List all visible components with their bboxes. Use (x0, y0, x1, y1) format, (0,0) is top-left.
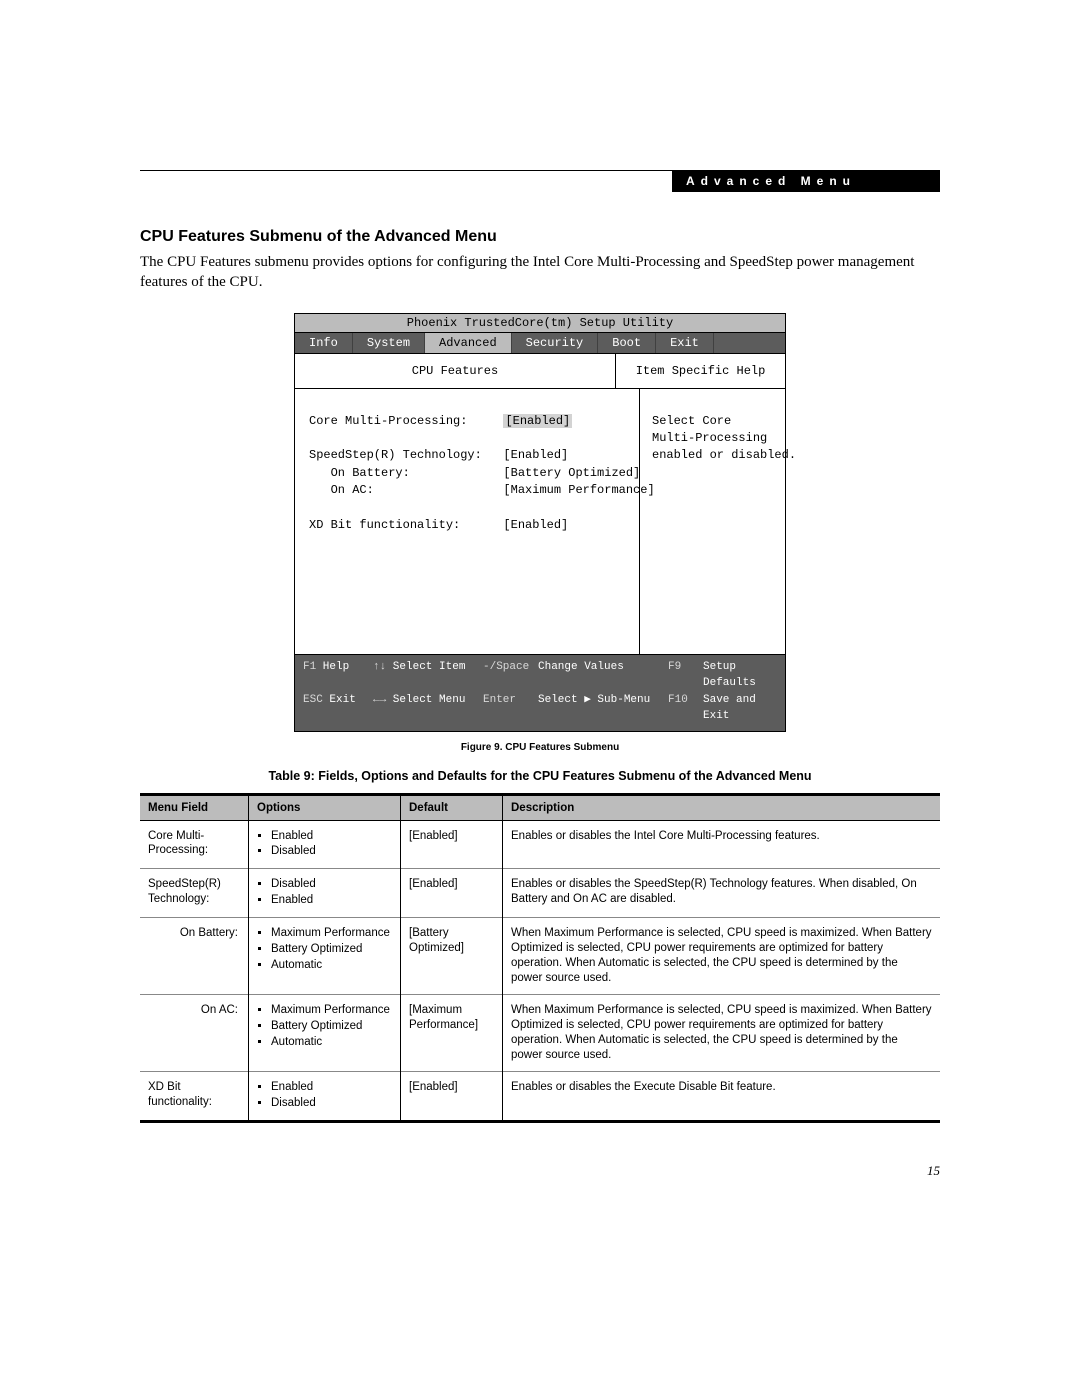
default-cell: [Maximum Performance] (401, 995, 503, 1072)
bios-selected-value[interactable]: [Enabled] (503, 414, 572, 428)
bios-tab-advanced[interactable]: Advanced (425, 333, 512, 353)
section-title: CPU Features Submenu of the Advanced Men… (140, 228, 940, 246)
features-table: Menu FieldOptionsDefaultDescription Core… (140, 793, 940, 1123)
default-cell: [Enabled] (401, 1071, 503, 1121)
bios-tab-bar: InfoSystemAdvancedSecurityBootExit (295, 333, 785, 354)
figure-caption: Figure 9. CPU Features Submenu (140, 742, 940, 753)
default-cell: [Enabled] (401, 869, 503, 918)
options-cell: Maximum PerformanceBattery OptimizedAuto… (249, 918, 401, 995)
bios-utility-title: Phoenix TrustedCore(tm) Setup Utility (295, 314, 785, 333)
options-cell: Maximum PerformanceBattery OptimizedAuto… (249, 995, 401, 1072)
table-row: On AC:Maximum PerformanceBattery Optimiz… (140, 995, 940, 1072)
options-cell: EnabledDisabled (249, 820, 401, 869)
page-number: 15 (140, 1163, 940, 1179)
menu-field-cell: SpeedStep(R) Technology: (140, 869, 249, 918)
options-cell: DisabledEnabled (249, 869, 401, 918)
description-cell: When Maximum Performance is selected, CP… (503, 918, 941, 995)
table-row: On Battery:Maximum PerformanceBattery Op… (140, 918, 940, 995)
bios-tab-system[interactable]: System (353, 333, 425, 353)
table-title: Table 9: Fields, Options and Defaults fo… (140, 769, 940, 783)
header-menu-label: Advanced Menu (672, 171, 940, 192)
bios-tab-boot[interactable]: Boot (598, 333, 656, 353)
description-cell: When Maximum Performance is selected, CP… (503, 995, 941, 1072)
table-row: XD Bit functionality:EnabledDisabled[Ena… (140, 1071, 940, 1121)
table-header: Description (503, 794, 941, 820)
menu-field-cell: On AC: (140, 995, 249, 1072)
default-cell: [Enabled] (401, 820, 503, 869)
default-cell: [Battery Optimized] (401, 918, 503, 995)
bios-help-text: Select Core Multi-Processing enabled or … (640, 389, 806, 654)
bios-left-title: CPU Features (295, 354, 616, 388)
bios-footer-keys: F1 Help↑↓ Select Item-/SpaceChange Value… (295, 655, 785, 731)
table-header: Options (249, 794, 401, 820)
table-row: SpeedStep(R) Technology:DisabledEnabled[… (140, 869, 940, 918)
menu-field-cell: XD Bit functionality: (140, 1071, 249, 1121)
table-header: Default (401, 794, 503, 820)
table-header: Menu Field (140, 794, 249, 820)
bios-screenshot: Phoenix TrustedCore(tm) Setup Utility In… (294, 313, 786, 732)
intro-paragraph: The CPU Features submenu provides option… (140, 252, 940, 293)
description-cell: Enables or disables the Intel Core Multi… (503, 820, 941, 869)
menu-field-cell: Core Multi-Processing: (140, 820, 249, 869)
bios-tab-exit[interactable]: Exit (656, 333, 714, 353)
bios-tab-security[interactable]: Security (512, 333, 599, 353)
bios-right-title: Item Specific Help (616, 354, 785, 388)
description-cell: Enables or disables the Execute Disable … (503, 1071, 941, 1121)
menu-field-cell: On Battery: (140, 918, 249, 995)
bios-fields: Core Multi-Processing: [Enabled] SpeedSt… (295, 389, 640, 654)
options-cell: EnabledDisabled (249, 1071, 401, 1121)
table-row: Core Multi-Processing:EnabledDisabled[En… (140, 820, 940, 869)
bios-tab-info[interactable]: Info (295, 333, 353, 353)
description-cell: Enables or disables the SpeedStep(R) Tec… (503, 869, 941, 918)
